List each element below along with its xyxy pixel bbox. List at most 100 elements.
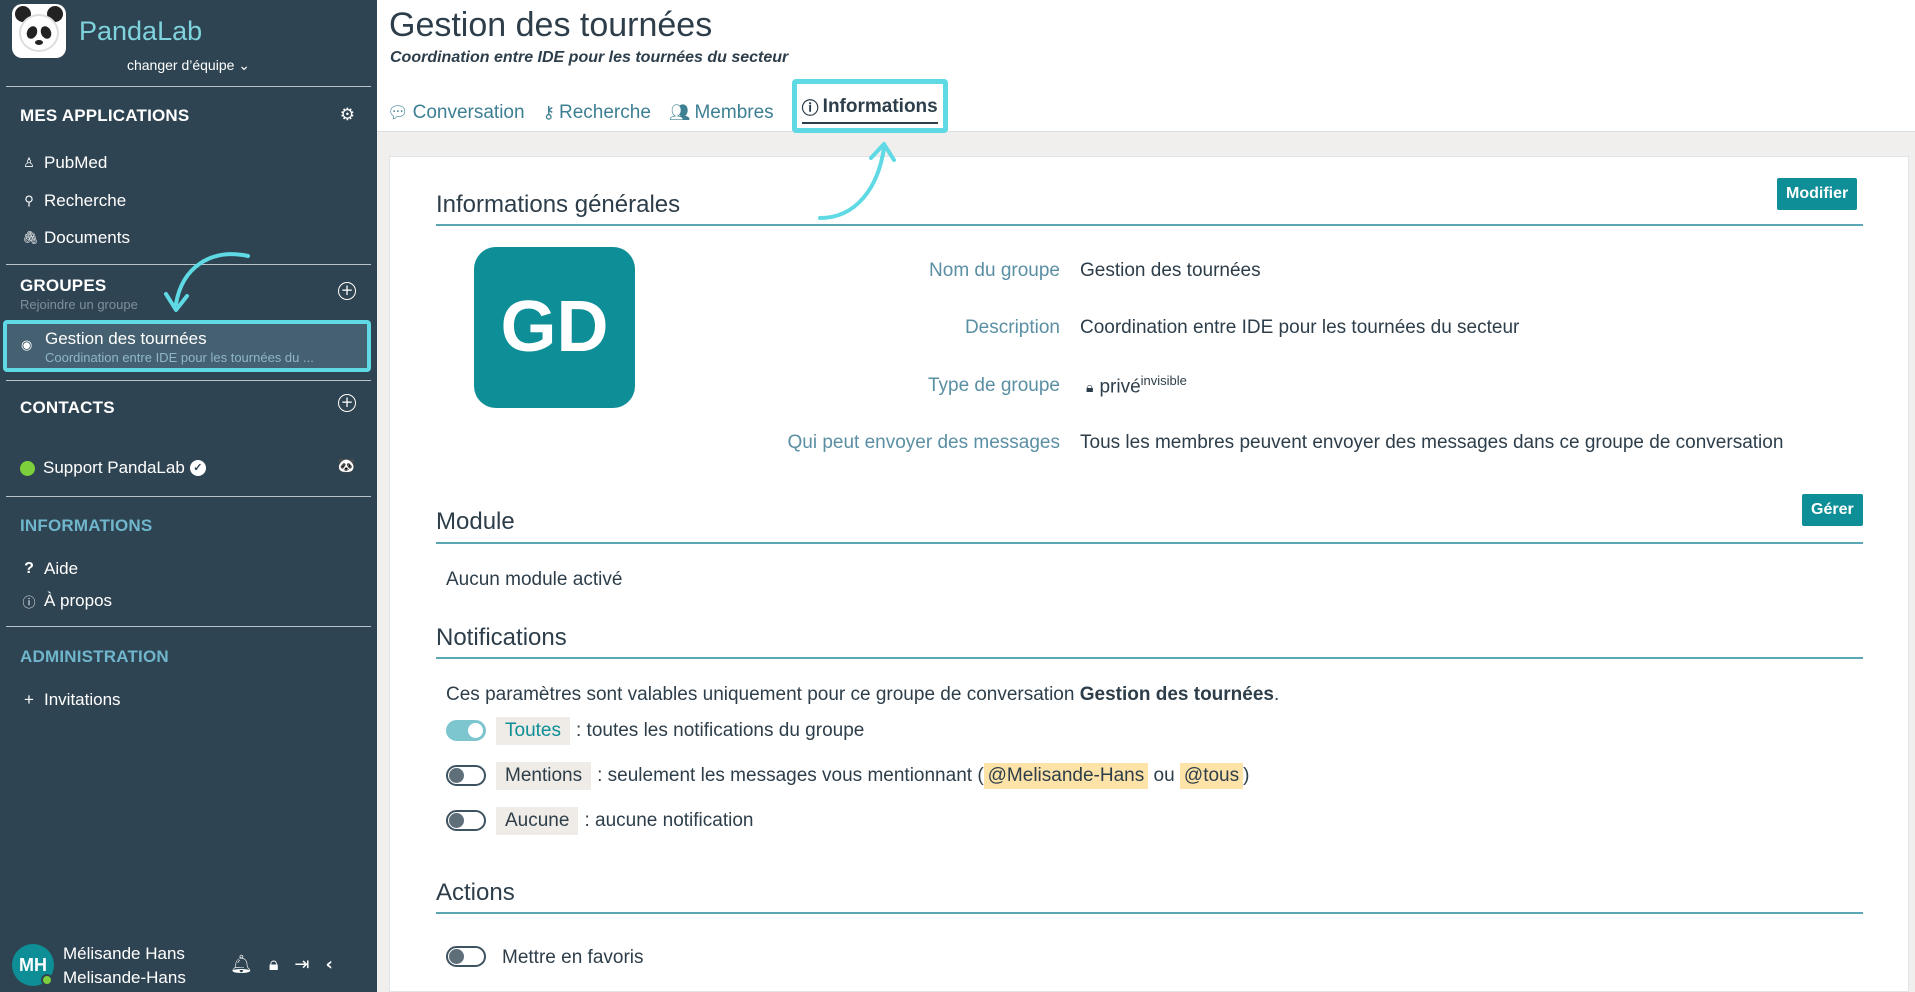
user-name: Mélisande Hans Melisande-Hans (63, 942, 186, 990)
lock-icon[interactable]: 🔒︎ (269, 954, 279, 975)
tab-recherche[interactable]: ⚷ Recherche (543, 92, 651, 133)
tab-label: Informations (822, 95, 938, 117)
manage-button[interactable]: Gérer (1802, 494, 1863, 526)
tab-informations[interactable]: ⓘ Informations (791, 79, 948, 133)
tab-label: Recherche (559, 101, 651, 123)
section-title-notifications: Notifications (436, 624, 567, 651)
contact-support[interactable]: Support PandaLab ✓ (20, 458, 206, 478)
sidebar-item-label: Aide (44, 559, 79, 578)
verified-icon: ✓ (189, 460, 206, 476)
online-status-icon (41, 974, 53, 986)
intro-suffix: . (1274, 684, 1280, 705)
notifications-intro: Ces paramètres sont valables uniquement … (446, 684, 1279, 706)
sidebar-item-apropos[interactable]: ⓘ À propos (22, 591, 112, 611)
sidebar-item-label: Recherche (44, 191, 127, 210)
user-display-name: Mélisande Hans (63, 944, 185, 963)
notif-option-aucune: Aucune : aucune notification (496, 807, 753, 835)
divider (6, 264, 371, 265)
section-divider (436, 657, 1863, 659)
sidebar-item-label: À propos (44, 591, 113, 610)
info-label: Qui peut envoyer des messages (787, 432, 1061, 453)
sidebar-item-label: PubMed (44, 153, 108, 172)
tab-label: Membres (694, 101, 774, 123)
panda-icon: 🐼 (337, 458, 355, 474)
toggle-notif-aucune[interactable] (446, 810, 486, 831)
chip-toutes[interactable]: Toutes (496, 717, 570, 745)
section-divider (436, 542, 1863, 544)
section-title-module: Module (436, 508, 515, 535)
contact-name: Support PandaLab (43, 458, 185, 477)
gear-icon[interactable]: ⚙ (340, 105, 355, 125)
tab-membres[interactable]: 👥︎ Membres (669, 92, 774, 133)
divider (6, 380, 371, 381)
mention-all: @tous (1179, 763, 1244, 789)
divider (6, 86, 371, 87)
group-logo: GD (474, 247, 635, 408)
notif-desc: : aucune notification (584, 810, 754, 831)
brand[interactable]: PandaLab (12, 4, 202, 58)
sidebar-item-label: Documents (44, 228, 130, 247)
group-visibility: invisible (1140, 373, 1187, 388)
main: Gestion des tournées Coordination entre … (377, 0, 1915, 992)
apps-title: MES APPLICATIONS (20, 106, 190, 125)
intro-text: Ces paramètres sont valables uniquement … (446, 684, 1080, 705)
section-title-general: Informations générales (436, 191, 681, 218)
members-icon: 👥︎ (668, 102, 691, 122)
notif-desc: : toutes les notifications du groupe (575, 720, 865, 741)
key-icon: ⚷ (542, 102, 555, 122)
notif-mid: ou (1148, 765, 1180, 786)
intro-group: Gestion des tournées (1079, 684, 1274, 705)
section-title-actions: Actions (436, 879, 515, 906)
user-bar: MH Mélisande Hans Melisande-Hans 🔔︎ 🔒︎ ⇥… (0, 938, 377, 992)
sidebar-item-active-group[interactable]: ◉ Gestion des tournées Coordination entr… (3, 320, 371, 372)
join-group-link[interactable]: Rejoindre un groupe (20, 297, 138, 312)
info-label: Nom du groupe (929, 260, 1060, 281)
sidebar-item-invitations[interactable]: + Invitations (22, 690, 121, 710)
info-value: Tous les membres peuvent envoyer des mes… (1080, 432, 1784, 453)
plus-icon: + (24, 690, 34, 709)
info-label: Description (964, 317, 1060, 338)
team-switch[interactable]: changer d’équipe ⌄ (0, 57, 377, 74)
notif-option-toutes: Toutes : toutes les notifications du gro… (496, 717, 864, 745)
sidebar-item-aide[interactable]: ? Aide (22, 559, 78, 579)
add-contact-icon[interactable]: + (338, 394, 356, 412)
tab-label: Conversation (412, 101, 525, 123)
tab-conversation[interactable]: 💬︎ Conversation (387, 92, 525, 133)
brand-name: PandaLab (79, 15, 203, 46)
section-divider (436, 912, 1863, 914)
eye-icon: ◉ (21, 338, 33, 353)
toggle-notif-toutes[interactable] (446, 720, 486, 741)
module-empty: Aucun module activé (446, 569, 623, 590)
toggle-notif-mentions[interactable] (446, 765, 486, 786)
paperclip-icon: 🖇 (22, 230, 39, 245)
groups-title: GROUPES (20, 276, 107, 295)
toggle-favorite[interactable] (446, 946, 486, 967)
notif-option-mentions: Mentions : seulement les messages vous m… (496, 762, 1249, 790)
bell-icon[interactable]: 🔔︎ (230, 954, 253, 975)
add-group-icon[interactable]: + (338, 282, 356, 300)
admin-title: ADMINISTRATION (20, 647, 169, 666)
panda-logo-icon (12, 4, 66, 58)
mention-user: @Melisande-Hans (983, 763, 1149, 789)
user-icon: ♙ (23, 155, 35, 170)
sidebar-item-pubmed[interactable]: ♙ PubMed (22, 153, 107, 173)
chevron-down-icon: ⌄ (238, 57, 251, 73)
section-divider (436, 224, 1863, 226)
search-icon: ⚲ (24, 193, 34, 208)
collapse-icon[interactable]: ‹ (326, 954, 333, 975)
notif-desc: : seulement les messages vous mentionnan… (597, 765, 984, 786)
lock-icon: 🔒︎ (1086, 379, 1094, 396)
info-label: Type de groupe (927, 375, 1060, 396)
sidebar-item-recherche[interactable]: ⚲ Recherche (22, 191, 126, 211)
sidebar-item-documents[interactable]: 🖇 Documents (22, 228, 130, 248)
chip-aucune[interactable]: Aucune (496, 807, 579, 835)
logout-icon[interactable]: ⇥ (294, 954, 309, 975)
edit-button[interactable]: Modifier (1777, 178, 1858, 210)
info-value: Coordination entre IDE pour les tournées… (1080, 317, 1520, 338)
sidebar: PandaLab changer d’équipe ⌄ MES APPLICAT… (0, 0, 377, 992)
notif-after: ) (1243, 765, 1250, 786)
online-status-icon (20, 460, 35, 476)
info-icon: ⓘ (801, 99, 819, 118)
info-value: Gestion des tournées (1080, 260, 1261, 281)
chip-mentions[interactable]: Mentions (496, 762, 592, 790)
